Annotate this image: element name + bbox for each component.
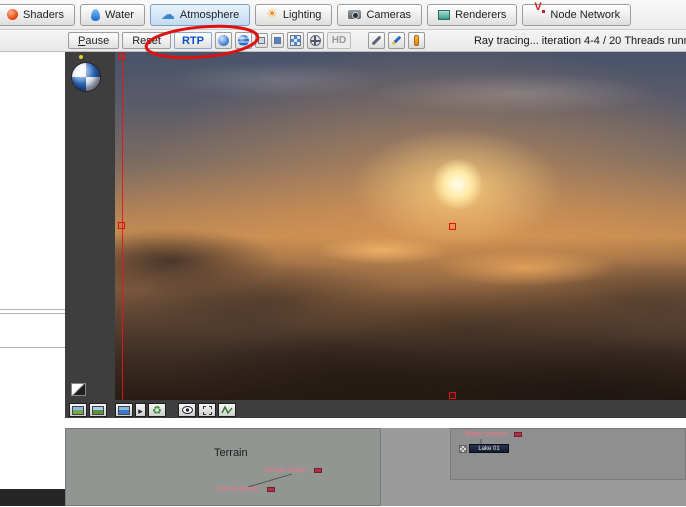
view-dropdown-button[interactable] xyxy=(135,403,146,417)
terrain-group-label: Terrain xyxy=(214,447,248,459)
lake-node-label: Lake 01 xyxy=(469,444,509,453)
texture-checker-icon xyxy=(289,35,301,46)
terrain-node-group[interactable]: Terrain Simple shape... Fractal terrain.… xyxy=(65,428,381,506)
node-body-icon xyxy=(267,487,276,492)
tab-node-network[interactable]: Node Network xyxy=(522,3,632,26)
fractal-terrain-label: Fractal terrain... xyxy=(216,486,266,493)
simple-shape-label: Simple shape... xyxy=(264,467,313,474)
copy-view-button[interactable] xyxy=(69,403,87,417)
ray-tracing-status: Ray tracing... iteration 4-4 / 20 xyxy=(473,34,622,47)
lake-node[interactable]: Lake 01 xyxy=(459,444,509,453)
water-node-group[interactable]: Water shader... Lake 01 xyxy=(450,428,686,480)
tab-atmosphere-label: Atmosphere xyxy=(179,8,240,21)
curve-display-button[interactable] xyxy=(218,403,236,417)
paste-view-button[interactable] xyxy=(89,403,107,417)
tab-cameras[interactable]: Cameras xyxy=(337,3,423,26)
mini-preview-button-1[interactable] xyxy=(254,33,268,48)
tab-cameras-label: Cameras xyxy=(366,8,412,21)
eye-icon xyxy=(181,406,193,414)
reset-button[interactable]: Reset xyxy=(122,32,171,49)
tab-shaders-label: Shaders xyxy=(23,8,64,21)
measure-button[interactable] xyxy=(407,32,425,49)
tab-atmosphere[interactable]: Atmosphere xyxy=(149,3,251,26)
tab-lighting-label: Lighting xyxy=(282,8,322,21)
mini-preview-button-2[interactable] xyxy=(270,33,284,48)
rtp-button[interactable]: RTP xyxy=(173,32,212,49)
crop-handle-center[interactable] xyxy=(449,223,456,230)
camera-view-button[interactable] xyxy=(115,403,133,417)
paint-button[interactable] xyxy=(387,32,405,49)
rtp-label: RTP xyxy=(181,34,204,47)
sphere-preview-button[interactable] xyxy=(214,32,232,49)
brush-icon xyxy=(391,35,402,46)
mini-view-icon xyxy=(257,37,265,44)
shaders-icon xyxy=(7,9,18,20)
render-view[interactable] xyxy=(115,52,686,400)
dropdown-arrow-icon xyxy=(138,401,143,419)
refresh-icon xyxy=(152,401,162,419)
tab-water-label: Water xyxy=(104,8,134,21)
left-panel-splitter[interactable] xyxy=(0,313,65,314)
crop-handle-bottom[interactable] xyxy=(449,392,456,399)
wrench-icon xyxy=(371,35,382,46)
sphere-icon xyxy=(217,35,229,46)
left-panel-footer xyxy=(0,489,65,506)
pause-label: Pause xyxy=(78,34,110,47)
fit-frame-icon xyxy=(202,405,212,415)
simple-shape-node[interactable]: Simple shape... xyxy=(264,467,323,474)
hd-label: HD xyxy=(331,35,347,46)
node-connector xyxy=(247,473,293,488)
node-network-panel: Terrain Simple shape... Fractal terrain.… xyxy=(65,428,686,506)
water-drop-icon xyxy=(90,8,100,21)
camera-trackball[interactable] xyxy=(72,55,100,91)
renderer-icon xyxy=(438,9,451,20)
visibility-button[interactable] xyxy=(178,403,196,417)
node-body-icon xyxy=(314,468,323,473)
tab-renderers-label: Renderers xyxy=(455,8,507,21)
render-toolbar: Pause Reset RTP HD Ray tracing... iterat… xyxy=(0,30,686,52)
crop-handle-top-left[interactable] xyxy=(118,53,125,60)
mini-view-blue-icon xyxy=(273,37,281,44)
pan-view-button[interactable] xyxy=(306,32,324,49)
tab-node-network-label: Node Network xyxy=(550,8,621,21)
node-network-icon xyxy=(533,9,546,21)
curve-icon xyxy=(221,405,233,415)
gauge-icon xyxy=(413,35,419,46)
fit-frame-button[interactable] xyxy=(198,403,216,417)
tab-renderers[interactable]: Renderers xyxy=(427,3,518,26)
water-wave-icon xyxy=(237,35,249,46)
landscape-camera-icon xyxy=(118,405,130,415)
tools-button[interactable] xyxy=(367,32,385,49)
texture-preview-button[interactable] xyxy=(286,32,304,49)
pan-arrows-icon xyxy=(309,35,321,46)
water-shader-label: Water shader... xyxy=(465,431,513,438)
camera-icon xyxy=(348,10,362,19)
crop-handle-mid-left[interactable] xyxy=(118,222,125,229)
threads-status: Threads running xyxy=(624,34,686,47)
hd-toggle-button[interactable]: HD xyxy=(326,32,351,49)
fractal-terrain-node[interactable]: Fractal terrain... xyxy=(216,486,276,493)
tab-lighting[interactable]: Lighting xyxy=(255,3,333,26)
tab-shaders[interactable]: Shaders xyxy=(0,3,75,26)
tab-water[interactable]: Water xyxy=(79,3,145,26)
preview-bottom-toolbar xyxy=(69,403,236,417)
cloud-icon xyxy=(161,8,175,22)
left-panel-divider xyxy=(0,347,65,348)
pause-button[interactable]: Pause xyxy=(68,32,120,49)
sun-icon xyxy=(266,8,278,21)
water-preview-button[interactable] xyxy=(234,32,252,49)
alpha-checker-icon xyxy=(459,444,467,453)
reset-label: Reset xyxy=(132,34,161,47)
preview-panel xyxy=(65,52,686,418)
landscape-copy-icon xyxy=(72,405,84,415)
node-body-icon xyxy=(514,432,523,437)
water-shader-node[interactable]: Water shader... xyxy=(465,431,523,438)
landscape-paste-icon xyxy=(92,405,104,415)
refresh-view-button[interactable] xyxy=(148,403,166,417)
left-panel-splitter[interactable] xyxy=(0,309,65,310)
main-tabbar: Shaders Water Atmosphere Lighting Camera… xyxy=(0,0,686,30)
contrast-adjust-icon[interactable] xyxy=(71,383,86,396)
